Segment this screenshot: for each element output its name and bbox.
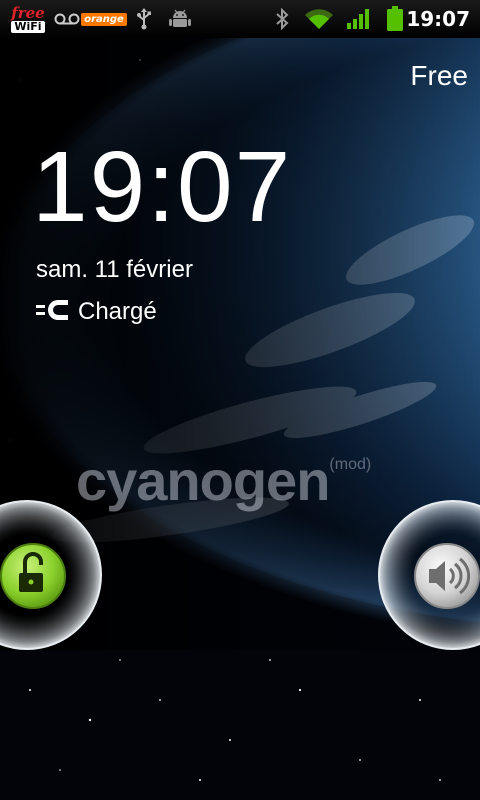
lock-screen: free WiFi orange 19:07 Free 19:07 sam. 1… xyxy=(0,0,480,800)
charging-plug-icon xyxy=(36,298,70,326)
orange-icon: orange xyxy=(81,0,127,38)
operator-name: Free xyxy=(410,60,468,91)
wallpaper xyxy=(0,0,480,800)
signal-icon xyxy=(344,0,374,38)
wifi-icon xyxy=(302,0,336,38)
unlock-icon[interactable] xyxy=(0,536,66,616)
charging-status-label: Chargé xyxy=(78,298,157,325)
android-debug-icon xyxy=(168,0,192,38)
charging-status: Chargé xyxy=(36,298,157,326)
status-bar: free WiFi orange 19:07 xyxy=(0,0,480,38)
voicemail-icon xyxy=(54,0,80,38)
free-wifi-icon: free WiFi xyxy=(11,4,45,33)
cyanogenmod-logo: cyanogen (mod) xyxy=(76,449,372,512)
usb-icon xyxy=(134,0,154,38)
lockscreen-clock: 19:07 xyxy=(32,131,293,243)
lockscreen-date: sam. 11 février xyxy=(36,256,193,283)
status-clock: 19:07 xyxy=(406,7,470,31)
bluetooth-icon xyxy=(272,0,292,38)
speaker-icon[interactable] xyxy=(413,536,480,616)
battery-icon xyxy=(384,0,406,38)
